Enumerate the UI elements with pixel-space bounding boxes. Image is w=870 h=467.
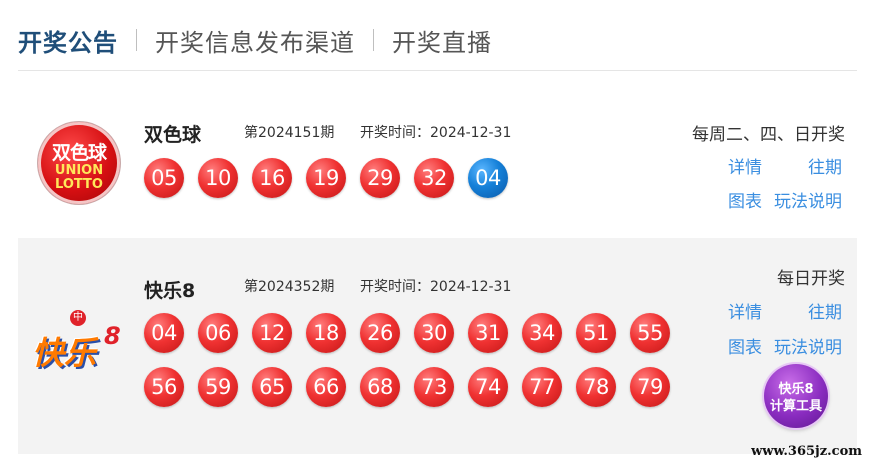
number-ball: 73 xyxy=(414,367,454,407)
number-ball: 26 xyxy=(360,313,400,353)
tab-live-broadcast[interactable]: 开奖直播 xyxy=(392,23,492,58)
draw-schedule: 每日开奖 xyxy=(777,269,845,289)
tab-release-channels[interactable]: 开奖信息发布渠道 xyxy=(155,23,355,58)
header-divider xyxy=(18,70,857,71)
number-ball: 06 xyxy=(198,313,238,353)
logo-en-text-2: LOTTO xyxy=(55,177,103,192)
history-link[interactable]: 往期 xyxy=(808,298,842,323)
details-link[interactable]: 详情 xyxy=(728,298,762,323)
red-ball: 16 xyxy=(252,158,292,198)
rules-link[interactable]: 玩法说明 xyxy=(774,333,842,358)
draw-schedule: 每周二、四、日开奖 xyxy=(692,125,845,145)
tab-draw-announcement[interactable]: 开奖公告 xyxy=(18,23,118,58)
kuaile8-logo-icon[interactable]: 中 快乐 8 xyxy=(30,310,130,380)
number-ball: 12 xyxy=(252,313,292,353)
number-ball: 68 xyxy=(360,367,400,407)
number-ball: 78 xyxy=(576,367,616,407)
number-ball: 18 xyxy=(306,313,346,353)
number-ball: 56 xyxy=(144,367,184,407)
site-watermark: www.365jz.com xyxy=(751,444,862,459)
number-ball: 34 xyxy=(522,313,562,353)
red-ball: 32 xyxy=(414,158,454,198)
draw-time: 开奖时间：2024-12-31 xyxy=(360,125,512,141)
game-name: 双色球 xyxy=(144,124,202,146)
tab-bar: 开奖公告 开奖信息发布渠道 开奖直播 xyxy=(18,22,492,58)
tab-divider xyxy=(136,29,137,51)
blue-ball: 04 xyxy=(468,158,508,198)
red-ball: 29 xyxy=(360,158,400,198)
union-lotto-logo-icon[interactable]: 双色球 UNION LOTTO xyxy=(38,122,120,204)
logo-en-text-1: UNION xyxy=(54,163,104,178)
game-name: 快乐8 xyxy=(144,280,196,302)
draw-issue: 第2024151期 xyxy=(244,125,335,141)
number-ball: 55 xyxy=(630,313,670,353)
winning-numbers: 04 06 12 18 26 30 31 34 51 55 56 59 65 6… xyxy=(144,313,684,421)
number-ball: 04 xyxy=(144,313,184,353)
number-ball: 31 xyxy=(468,313,508,353)
winning-numbers: 05 10 16 19 29 32 04 xyxy=(144,158,684,212)
number-ball: 30 xyxy=(414,313,454,353)
red-ball: 05 xyxy=(144,158,184,198)
number-ball: 79 xyxy=(630,367,670,407)
chart-link[interactable]: 图表 xyxy=(728,187,762,212)
history-link[interactable]: 往期 xyxy=(808,153,842,178)
kl8-result-card: 中 快乐 8 快乐8 第2024352期 开奖时间：2024-12-31 04 … xyxy=(18,238,857,454)
number-ball: 65 xyxy=(252,367,292,407)
number-ball: 74 xyxy=(468,367,508,407)
red-ball: 10 xyxy=(198,158,238,198)
tab-divider xyxy=(373,29,374,51)
rules-link[interactable]: 玩法说明 xyxy=(774,187,842,212)
number-ball: 66 xyxy=(306,367,346,407)
logo-cn-text: 双色球 xyxy=(51,142,107,164)
number-ball: 51 xyxy=(576,313,616,353)
welfare-lottery-mark-icon: 中 xyxy=(70,310,86,326)
draw-issue: 第2024352期 xyxy=(244,279,335,295)
draw-time: 开奖时间：2024-12-31 xyxy=(360,279,512,295)
number-ball: 59 xyxy=(198,367,238,407)
number-ball: 77 xyxy=(522,367,562,407)
logo-number: 8 xyxy=(104,322,121,350)
chart-link[interactable]: 图表 xyxy=(728,333,762,358)
logo-text: 快乐 xyxy=(32,334,97,372)
details-link[interactable]: 详情 xyxy=(728,153,762,178)
tool-label-line2: 计算工具 xyxy=(769,399,822,414)
ssq-result-card: 双色球 UNION LOTTO 双色球 第2024151期 开奖时间：2024-… xyxy=(18,94,857,224)
kl8-calculator-tool-button[interactable]: 快乐8 计算工具 xyxy=(764,364,828,428)
red-ball: 19 xyxy=(306,158,346,198)
